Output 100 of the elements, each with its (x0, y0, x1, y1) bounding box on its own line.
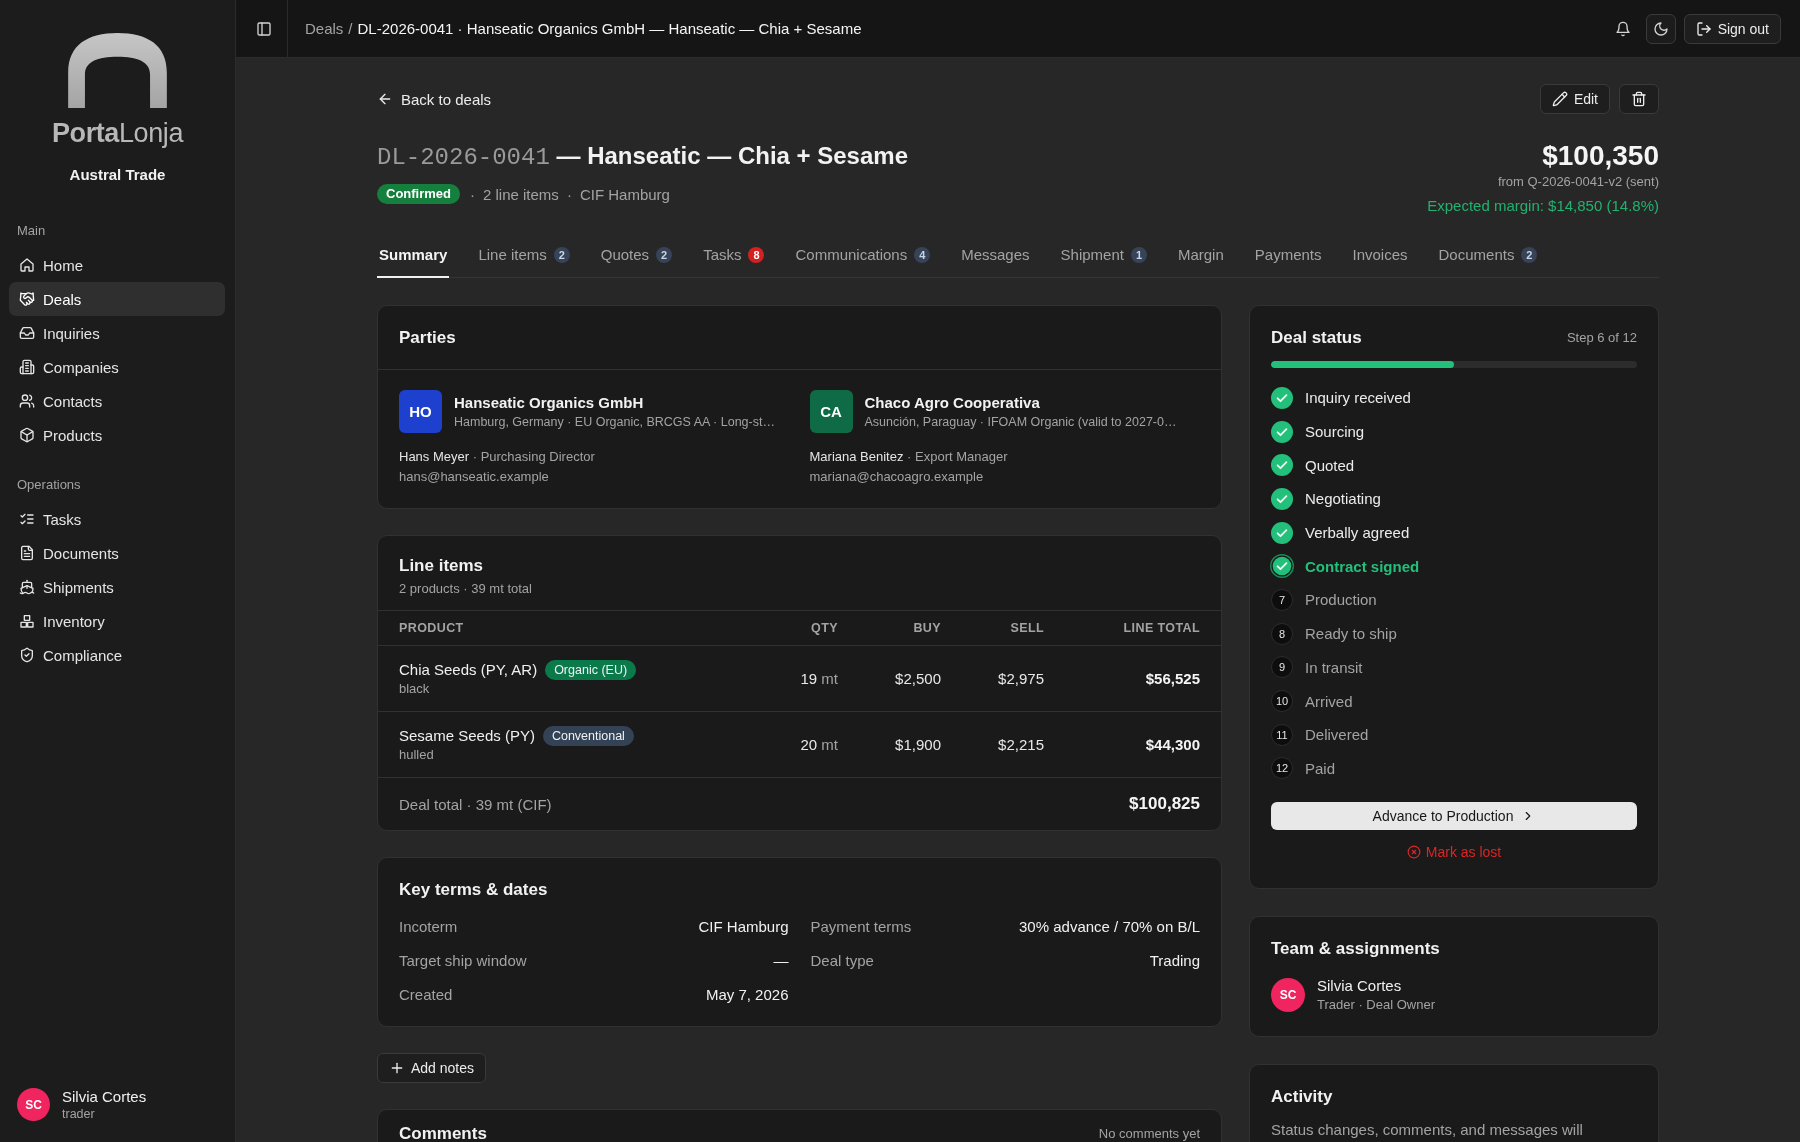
contact-line: Mariana Benitez · Export Manager (809, 448, 1009, 466)
column-header: LINE TOTAL (1122, 621, 1200, 635)
count-badge: 8 (748, 247, 765, 263)
building-icon (19, 359, 35, 375)
table-cell-text: $44,300 (1144, 736, 1200, 753)
logo-wordmark: PortaLonja (51, 117, 184, 149)
sidebar-item[interactable]: Tasks (9, 502, 225, 536)
sign-out-button[interactable]: Sign out (1683, 13, 1781, 44)
field-value: May 7, 2026 (705, 985, 789, 1003)
column-header: SELL (1009, 621, 1044, 635)
sidebar-item[interactable]: Documents (9, 536, 225, 570)
trash-icon (1631, 91, 1647, 107)
tab[interactable]: Line items 2 (476, 235, 572, 278)
contact-email: hans@hanseatic.example (399, 468, 550, 486)
step-label: Paid (1305, 759, 1336, 777)
plus-icon (389, 1060, 405, 1076)
member-name: Silvia Cortes (1317, 976, 1403, 997)
contact-email: mariana@chacoagro.example (809, 468, 985, 486)
product-name: Chia Seeds (PY, AR) (399, 659, 538, 680)
tab[interactable]: Summary (377, 235, 450, 278)
step-number: 9 (1271, 656, 1293, 679)
tab[interactable]: Communications 4 (793, 235, 933, 278)
step-number: 10 (1271, 690, 1293, 713)
advance-button[interactable]: Advance to Production (1271, 802, 1637, 831)
tab[interactable]: Quotes 2 (598, 235, 675, 278)
deal-meta: CIF Hamburg (579, 185, 670, 203)
step-label: Contract signed (1305, 557, 1420, 575)
field-label: Payment terms (810, 917, 912, 935)
sidebar-item[interactable]: Home (9, 248, 225, 282)
count-badge: 2 (553, 247, 570, 263)
nav-section-title: Main (16, 222, 47, 240)
edit-button[interactable]: Edit (1539, 84, 1610, 114)
sidebar-item[interactable]: Inquiries (9, 316, 225, 350)
step-label: Negotiating (1305, 490, 1381, 508)
circle-x-icon (1406, 845, 1421, 860)
company-details: Asunción, Paraguay · IFOAM Organic (valid to 2027-0… (864, 413, 1177, 431)
member-avatar: SC (1271, 977, 1305, 1012)
document-icon (19, 545, 35, 561)
boxes-icon (19, 613, 35, 629)
step-label: Delivered (1305, 726, 1369, 744)
pencil-icon (1551, 91, 1568, 107)
certification-tag: Organic (EU) (545, 659, 637, 680)
table-cell-text: 20 mt (799, 736, 838, 753)
breadcrumb-separator: / (348, 20, 353, 37)
users-icon (19, 393, 35, 409)
tab[interactable]: Margin (1175, 235, 1226, 278)
back-link[interactable]: Back to deals (377, 90, 492, 108)
company-details: Hamburg, Germany · EU Organic, BRCGS AA · Long-st… (454, 413, 775, 431)
table-cell-text: $56,525 (1144, 670, 1200, 687)
tab[interactable]: Messages (959, 235, 1032, 278)
step-label: Arrived (1305, 692, 1353, 710)
card-title: Line items (399, 555, 485, 577)
sidebar-item[interactable]: Compliance (9, 638, 225, 672)
sidebar-item[interactable]: Companies (9, 350, 225, 384)
expected-margin: Expected margin: $14,850 (14.8%) (1427, 196, 1659, 216)
field-label: Incoterm (399, 917, 458, 935)
nav-section-title: Operations (16, 476, 82, 494)
field-label: Created (399, 985, 453, 1003)
user-role: trader (62, 1106, 96, 1122)
sidebar-item[interactable]: Contacts (9, 384, 225, 418)
activity-text: Status changes, comments, and messages will (1271, 1120, 1584, 1141)
column-header: QTY (810, 621, 838, 635)
breadcrumb-link[interactable]: Deals (305, 20, 344, 37)
card-title: Comments (399, 1123, 487, 1142)
count-badge: 2 (656, 247, 673, 263)
delete-button[interactable] (1619, 84, 1659, 114)
field-label: Target ship window (399, 951, 527, 969)
tab[interactable]: Shipment 1 (1058, 235, 1149, 278)
breadcrumb-current: DL-2026-0041 · Hanseatic Organics GmbH — Hanseatic — Chia + Sesame (357, 20, 862, 37)
sidebar-item[interactable]: Deals (9, 282, 225, 316)
tab[interactable]: Tasks 8 (701, 235, 767, 278)
company-avatar: HO (399, 390, 442, 433)
sidebar-item[interactable]: Inventory (9, 604, 225, 638)
user-avatar: SC (17, 1088, 50, 1121)
quote-reference: from Q-2026-0041-v2 (sent) (1497, 173, 1659, 191)
arch-logo-icon (67, 33, 168, 108)
field-value: Trading (1149, 951, 1200, 969)
tab[interactable]: Documents 2 (1436, 235, 1540, 278)
tab[interactable]: Payments (1252, 235, 1324, 278)
ship-icon (19, 579, 35, 595)
step-number: 7 (1271, 588, 1293, 611)
card-title: Parties (399, 327, 457, 349)
card-title: Deal status (1271, 327, 1362, 349)
box-icon (19, 427, 35, 443)
sidebar-item[interactable]: Shipments (9, 570, 225, 604)
step-label: Inquiry received (1305, 389, 1411, 407)
step-number: 11 (1271, 723, 1293, 746)
add-notes-button[interactable]: Add notes (377, 1053, 487, 1083)
step-label: Sourcing (1305, 423, 1365, 441)
tab[interactable]: Invoices (1350, 235, 1410, 278)
field-label: Deal type (810, 951, 874, 969)
organization-name: Austral Trade (69, 165, 166, 185)
sidebar-panel-icon (256, 20, 272, 37)
sidebar-item[interactable]: Products (9, 418, 225, 452)
field-value: 30% advance / 70% on B/L (1019, 917, 1200, 935)
mark-as-lost-link[interactable]: Mark as lost (1406, 842, 1502, 863)
arrow-left-icon (377, 91, 393, 107)
product-variant: hulled (399, 745, 435, 764)
theme-toggle-button[interactable] (1645, 13, 1676, 44)
column-header: BUY (912, 621, 941, 635)
